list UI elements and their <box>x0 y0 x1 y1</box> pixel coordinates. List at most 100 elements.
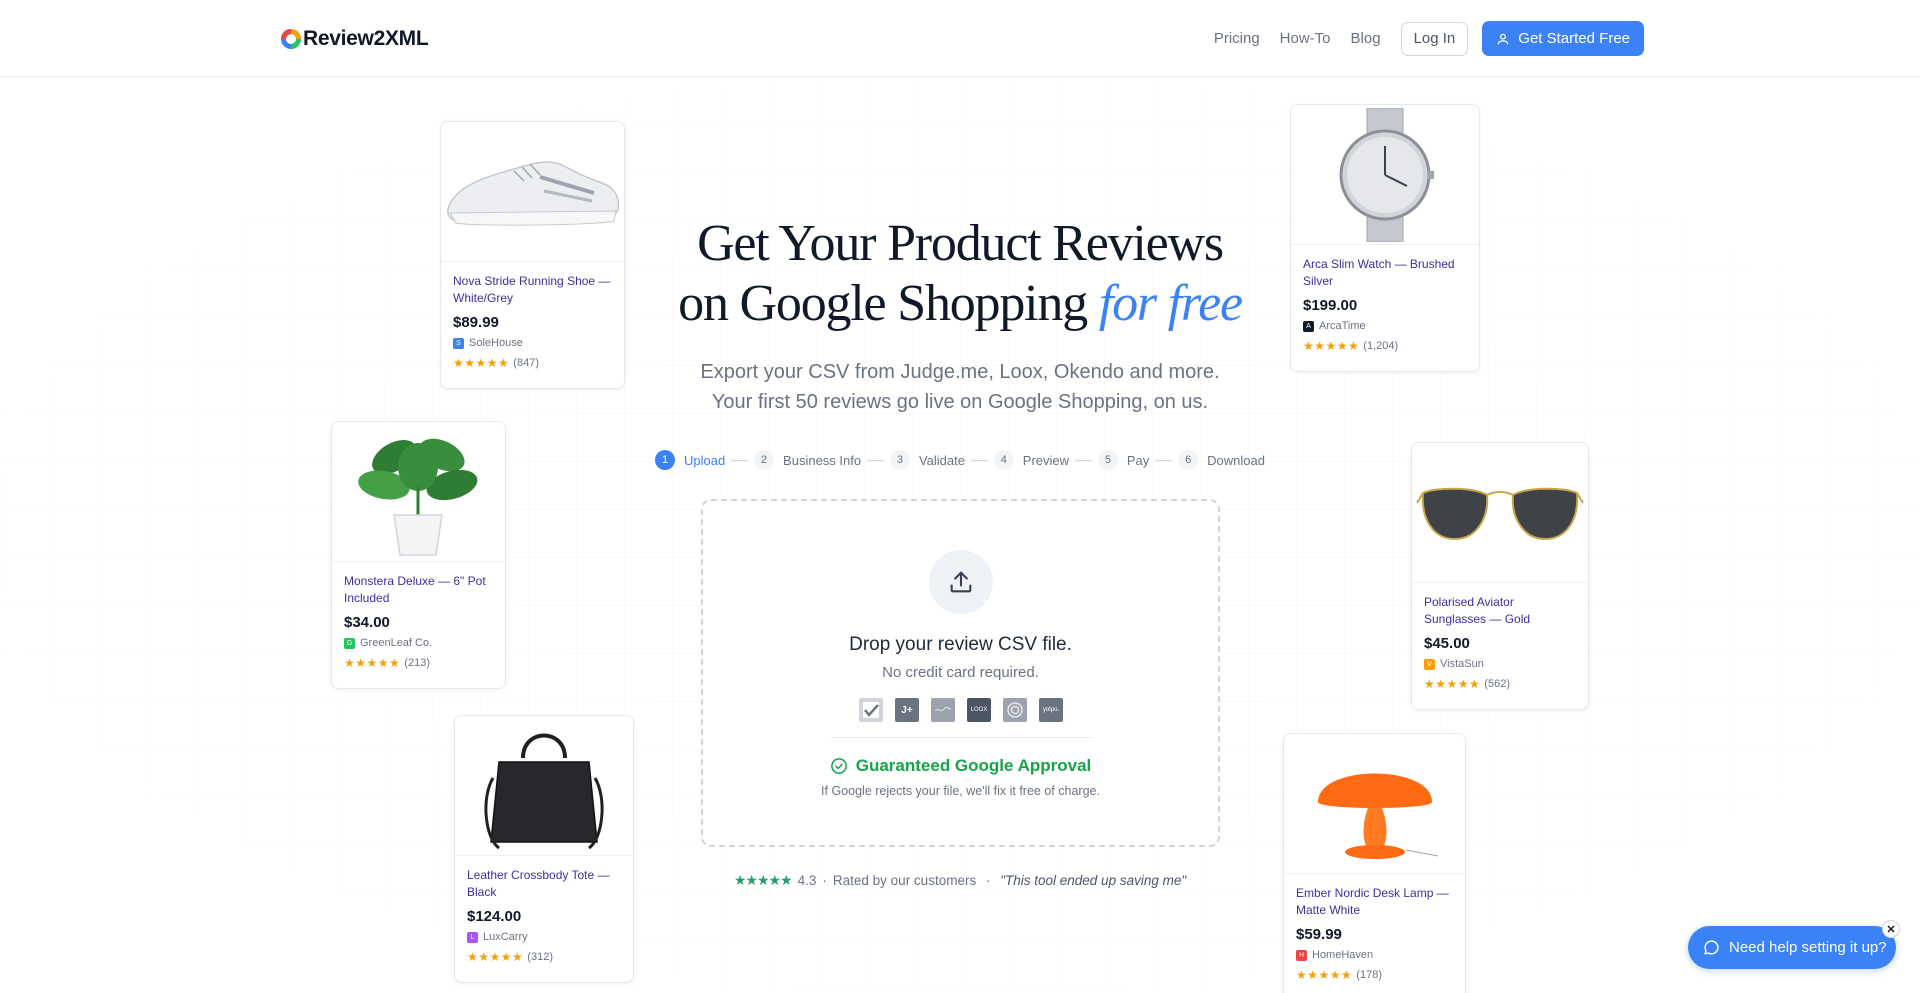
rating-separator: · <box>822 873 827 888</box>
rating-stars-icon: ★★★★★ <box>344 656 401 670</box>
product-price: $59.99 <box>1296 926 1342 943</box>
review-count: (312) <box>527 951 553 963</box>
plant-image-icon <box>357 438 477 556</box>
rating-stars-icon: ★★★★★ <box>1296 968 1353 982</box>
step-number: 4 <box>993 450 1014 470</box>
brand-name: ArcaTime <box>1319 320 1366 332</box>
step-preview: 4 Preview <box>993 450 1069 470</box>
login-button[interactable]: Log In <box>1400 21 1469 56</box>
step-label: Upload <box>684 452 726 468</box>
sunglasses-image-icon <box>1416 487 1584 540</box>
product-name[interactable]: Arca Slim Watch — Brushed Silver <box>1303 256 1467 289</box>
guarantee-title: Guaranteed Google Approval <box>855 756 1092 775</box>
step-label: Validate <box>918 452 965 468</box>
product-brand: S SoleHouse <box>453 337 612 349</box>
check-circle-icon <box>830 758 847 774</box>
nav-how-to[interactable]: How-To <box>1280 30 1331 47</box>
brand-badge-icon: G <box>344 637 355 649</box>
get-started-label: Get Started Free <box>1518 30 1630 47</box>
product-rating: ★★★★★ (312) <box>467 950 621 964</box>
rating-stars-icon: ★★★★★ <box>733 872 793 888</box>
product-card[interactable]: Nova Stride Running Shoe — White/Grey $8… <box>440 121 625 389</box>
product-price: $45.00 <box>1424 635 1470 652</box>
product-card[interactable]: Polarised Aviator Sunglasses — Gold $45.… <box>1411 442 1589 710</box>
provider-logos: J+ LOOX yotpo. <box>859 698 1063 722</box>
guarantee-note: If Google rejects your file, we'll fix i… <box>821 784 1100 798</box>
user-icon <box>1497 33 1509 44</box>
product-card[interactable]: Monstera Deluxe — 6" Pot Included $34.00… <box>331 421 506 689</box>
upload-icon-circle <box>929 550 993 614</box>
product-brand: V VistaSun <box>1424 658 1576 670</box>
nav-pricing[interactable]: Pricing <box>1214 30 1260 47</box>
hero-title-accent: for free <box>1098 275 1243 332</box>
product-name[interactable]: Ember Nordic Desk Lamp — Matte White <box>1296 885 1453 918</box>
brand-badge-icon: V <box>1424 658 1435 670</box>
step-number: 1 <box>655 450 675 470</box>
brand-badge-icon: A <box>1303 320 1314 332</box>
brand-name: LuxCarry <box>483 931 528 943</box>
hero-title-line2-text: on Google Shopping <box>678 275 1088 332</box>
nav-blog[interactable]: Blog <box>1351 30 1381 47</box>
rating-score: 4.3 <box>797 873 817 888</box>
tote-bag-image-icon <box>484 733 604 849</box>
product-card[interactable]: Ember Nordic Desk Lamp — Matte White $59… <box>1283 733 1466 993</box>
product-price: $89.99 <box>453 314 499 331</box>
product-name[interactable]: Monstera Deluxe — 6" Pot Included <box>344 573 493 606</box>
rating-separator: · <box>982 873 995 888</box>
jdotme-logo-icon: J+ <box>895 698 919 722</box>
product-image <box>455 716 633 856</box>
brand-badge-icon: S <box>453 337 464 349</box>
step-connector <box>970 459 988 461</box>
sneaker-image-icon <box>446 160 619 226</box>
upload-icon <box>950 571 972 593</box>
watch-image-icon <box>1339 107 1434 242</box>
step-connector <box>731 459 749 461</box>
brand-name: Review2XML <box>303 27 429 50</box>
brand-badge-icon: H <box>1296 949 1307 961</box>
step-connector <box>1075 459 1092 461</box>
product-brand: H HomeHaven <box>1296 949 1453 961</box>
rating-stars-icon: ★★★★★ <box>1424 677 1481 691</box>
product-name[interactable]: Leather Crossbody Tote — Black <box>467 867 621 900</box>
hero-subtitle: Export your CSV from Judge.me, Loox, Oke… <box>660 357 1260 417</box>
product-card[interactable]: Leather Crossbody Tote — Black $124.00 L… <box>454 715 634 983</box>
csv-dropzone[interactable]: Drop your review CSV file. No credit car… <box>701 499 1220 847</box>
review-count: (847) <box>513 357 539 369</box>
brand-name: VistaSun <box>1440 658 1484 670</box>
guarantee-badge: Guaranteed Google Approval <box>703 756 1218 776</box>
product-card[interactable]: Arca Slim Watch — Brushed Silver $199.00… <box>1290 104 1480 372</box>
product-image <box>1412 443 1588 583</box>
help-chat-button[interactable]: Need help setting it up? <box>1688 926 1896 969</box>
brand-logo[interactable]: Review2XML <box>280 25 429 53</box>
dropzone-note: No credit card required. <box>882 664 1039 681</box>
step-number: 6 <box>1178 450 1199 470</box>
help-close-button[interactable]: ✕ <box>1882 920 1900 938</box>
step-number: 2 <box>754 450 775 470</box>
product-brand: G GreenLeaf Co. <box>344 637 493 649</box>
product-price: $124.00 <box>467 908 522 925</box>
rating-stars-icon: ★★★★★ <box>453 356 510 370</box>
hero-subtitle-line1: Export your CSV from Judge.me, Loox, Oke… <box>700 361 1220 383</box>
step-upload: 1 Upload <box>655 450 725 470</box>
product-name[interactable]: Polarised Aviator Sunglasses — Gold <box>1424 594 1576 627</box>
product-image <box>1291 105 1479 245</box>
product-price: $34.00 <box>344 614 390 631</box>
product-rating: ★★★★★ (1,204) <box>1303 339 1467 353</box>
customer-rating: ★★★★★ 4.3 · Rated by our customers · "Th… <box>730 872 1190 889</box>
site-header: Review2XML Pricing How-To Blog Log In Ge… <box>0 0 1920 77</box>
rating-stars-icon: ★★★★★ <box>467 950 524 964</box>
product-rating: ★★★★★ (562) <box>1424 677 1576 691</box>
step-business-info: 2 Business Info <box>754 450 861 470</box>
hero-title-line1: Get Your Product Reviews <box>697 215 1224 272</box>
brand-name: SoleHouse <box>469 337 523 349</box>
product-name[interactable]: Nova Stride Running Shoe — White/Grey <box>453 273 612 306</box>
step-number: 3 <box>889 450 910 470</box>
help-chat-label: Need help setting it up? <box>1729 939 1887 956</box>
step-pay: 5 Pay <box>1097 450 1149 470</box>
dropzone-divider <box>831 737 1091 738</box>
product-rating: ★★★★★ (847) <box>453 356 612 370</box>
rating-label: Rated by our customers <box>832 873 977 888</box>
okendo-logo-icon <box>1003 698 1027 722</box>
get-started-button[interactable]: Get Started Free <box>1482 21 1644 56</box>
logo-mark-icon <box>280 28 302 50</box>
